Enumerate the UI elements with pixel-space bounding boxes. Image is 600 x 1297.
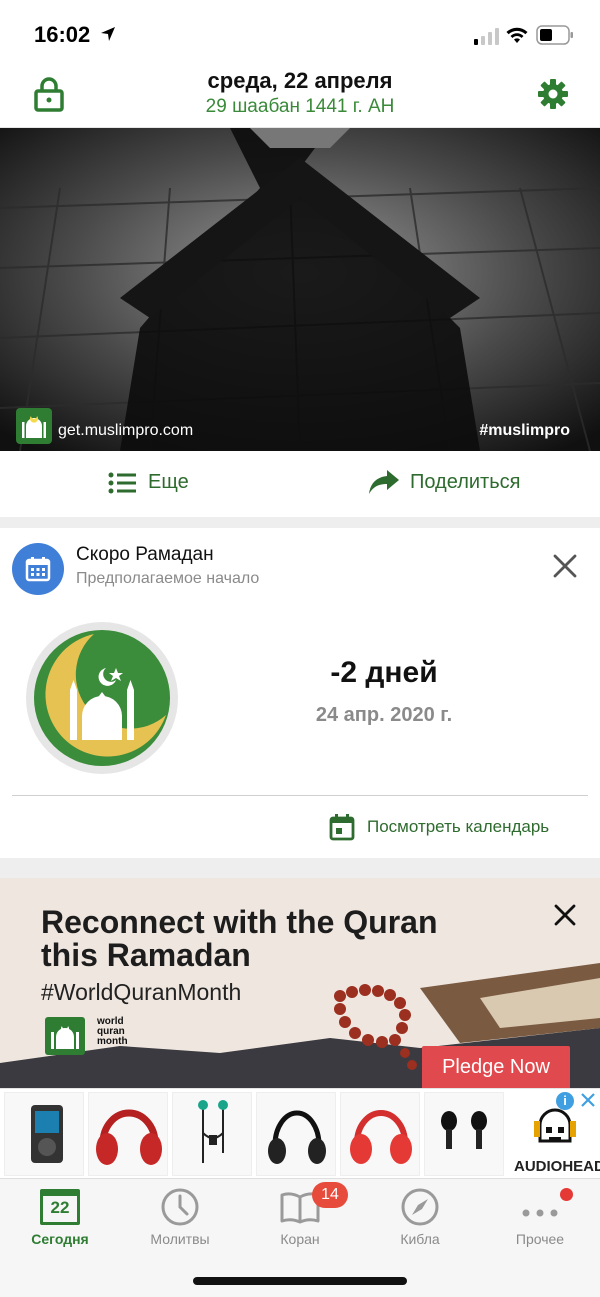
hero-url: get.muslimpro.com <box>58 422 194 439</box>
pledge-now-button[interactable]: Pledge Now <box>422 1046 570 1088</box>
tab-today[interactable]: 22 Сегодня <box>0 1179 120 1259</box>
signal-icon <box>474 27 499 45</box>
tab-more[interactable]: Прочее <box>480 1179 600 1259</box>
ramadan-start-date: 24 апр. 2020 г. <box>315 704 453 726</box>
ad-product-red-headphones[interactable] <box>88 1092 168 1176</box>
section-separator <box>0 858 600 878</box>
ad-product-red-headphones-2[interactable] <box>340 1092 420 1176</box>
clock-icon <box>161 1188 199 1226</box>
tab-label: Молитвы <box>150 1231 210 1247</box>
quran-stand-photo <box>0 128 600 451</box>
hero-hashtag: #muslimpro <box>479 422 570 439</box>
hero-image[interactable]: get.muslimpro.com #muslimpro <box>0 128 600 451</box>
ramadan-card: Скоро Рамадан Предполагаемое начало -2 д… <box>0 528 600 858</box>
ad-close-icon[interactable] <box>580 1092 596 1108</box>
wifi-icon <box>506 27 528 43</box>
quran-badge: 14 <box>312 1182 348 1208</box>
notification-dot <box>560 1188 573 1201</box>
muslimpro-logo <box>45 1017 85 1055</box>
more-button[interactable]: Еще <box>108 471 189 494</box>
home-indicator[interactable] <box>193 1277 407 1285</box>
divider <box>12 795 588 796</box>
promo-banner[interactable]: Reconnect with the Quran this Ramadan #W… <box>0 878 600 1088</box>
tab-qibla[interactable]: Кибла <box>360 1179 480 1259</box>
page-title: среда, 22 апреля <box>207 68 393 93</box>
calendar-icon <box>329 814 355 841</box>
battery-icon <box>536 25 573 45</box>
promo-hashtag: #WorldQuranMonth <box>41 979 242 1005</box>
ad-product-black-headphones[interactable] <box>256 1092 336 1176</box>
share-label: Поделиться <box>410 470 521 493</box>
view-calendar-link[interactable]: Посмотреть календарь <box>329 813 549 841</box>
location-arrow-icon <box>101 27 115 41</box>
compass-icon <box>401 1188 439 1226</box>
card-title: Скоро Рамадан <box>76 544 214 565</box>
calendar-badge-icon <box>12 543 64 595</box>
ad-product-earphones[interactable] <box>172 1092 252 1176</box>
muslimpro-logo <box>16 408 52 444</box>
promo-headline: Reconnect with the Quran this Ramadan <box>41 904 438 973</box>
tab-label: Коран <box>280 1231 320 1247</box>
tab-label: Прочее <box>515 1231 565 1247</box>
section-separator <box>0 517 600 528</box>
tab-prayers[interactable]: Молитвы <box>120 1179 240 1259</box>
share-button[interactable]: Поделиться <box>368 469 520 495</box>
ad-product-mp3-player[interactable] <box>4 1092 84 1176</box>
list-icon <box>108 472 136 493</box>
close-icon[interactable] <box>553 903 577 927</box>
tab-label: Сегодня <box>31 1231 89 1247</box>
more-dots-icon <box>522 1209 558 1217</box>
calendar-icon: 22 <box>40 1189 80 1225</box>
ad-info-icon[interactable]: i <box>556 1092 574 1110</box>
ad-brand: AUDIOHEAD <box>514 1158 600 1175</box>
countdown: -2 дней <box>330 656 438 689</box>
hijri-date: 29 шаабан 1441 г. AH <box>205 96 395 117</box>
status-bar: 16:02 <box>0 0 600 62</box>
card-subtitle: Предполагаемое начало <box>76 570 260 587</box>
tab-label: Кибла <box>400 1231 440 1247</box>
more-label: Еще <box>148 471 189 493</box>
share-arrow-icon <box>369 470 399 494</box>
ad-strip[interactable]: i <box>0 1088 600 1178</box>
world-quran-month-logo: world quran month <box>97 1016 128 1047</box>
ad-product-black-earphones[interactable] <box>424 1092 504 1176</box>
app-header: среда, 22 апреля 29 шаабан 1441 г. AH <box>0 62 600 128</box>
ramadan-logo-icon <box>26 622 178 774</box>
gear-icon[interactable] <box>537 78 569 110</box>
close-icon[interactable] <box>552 553 578 579</box>
status-time: 16:02 <box>34 22 91 47</box>
view-calendar-label: Посмотреть календарь <box>367 817 550 836</box>
action-row: Еще Поделиться <box>0 451 600 517</box>
